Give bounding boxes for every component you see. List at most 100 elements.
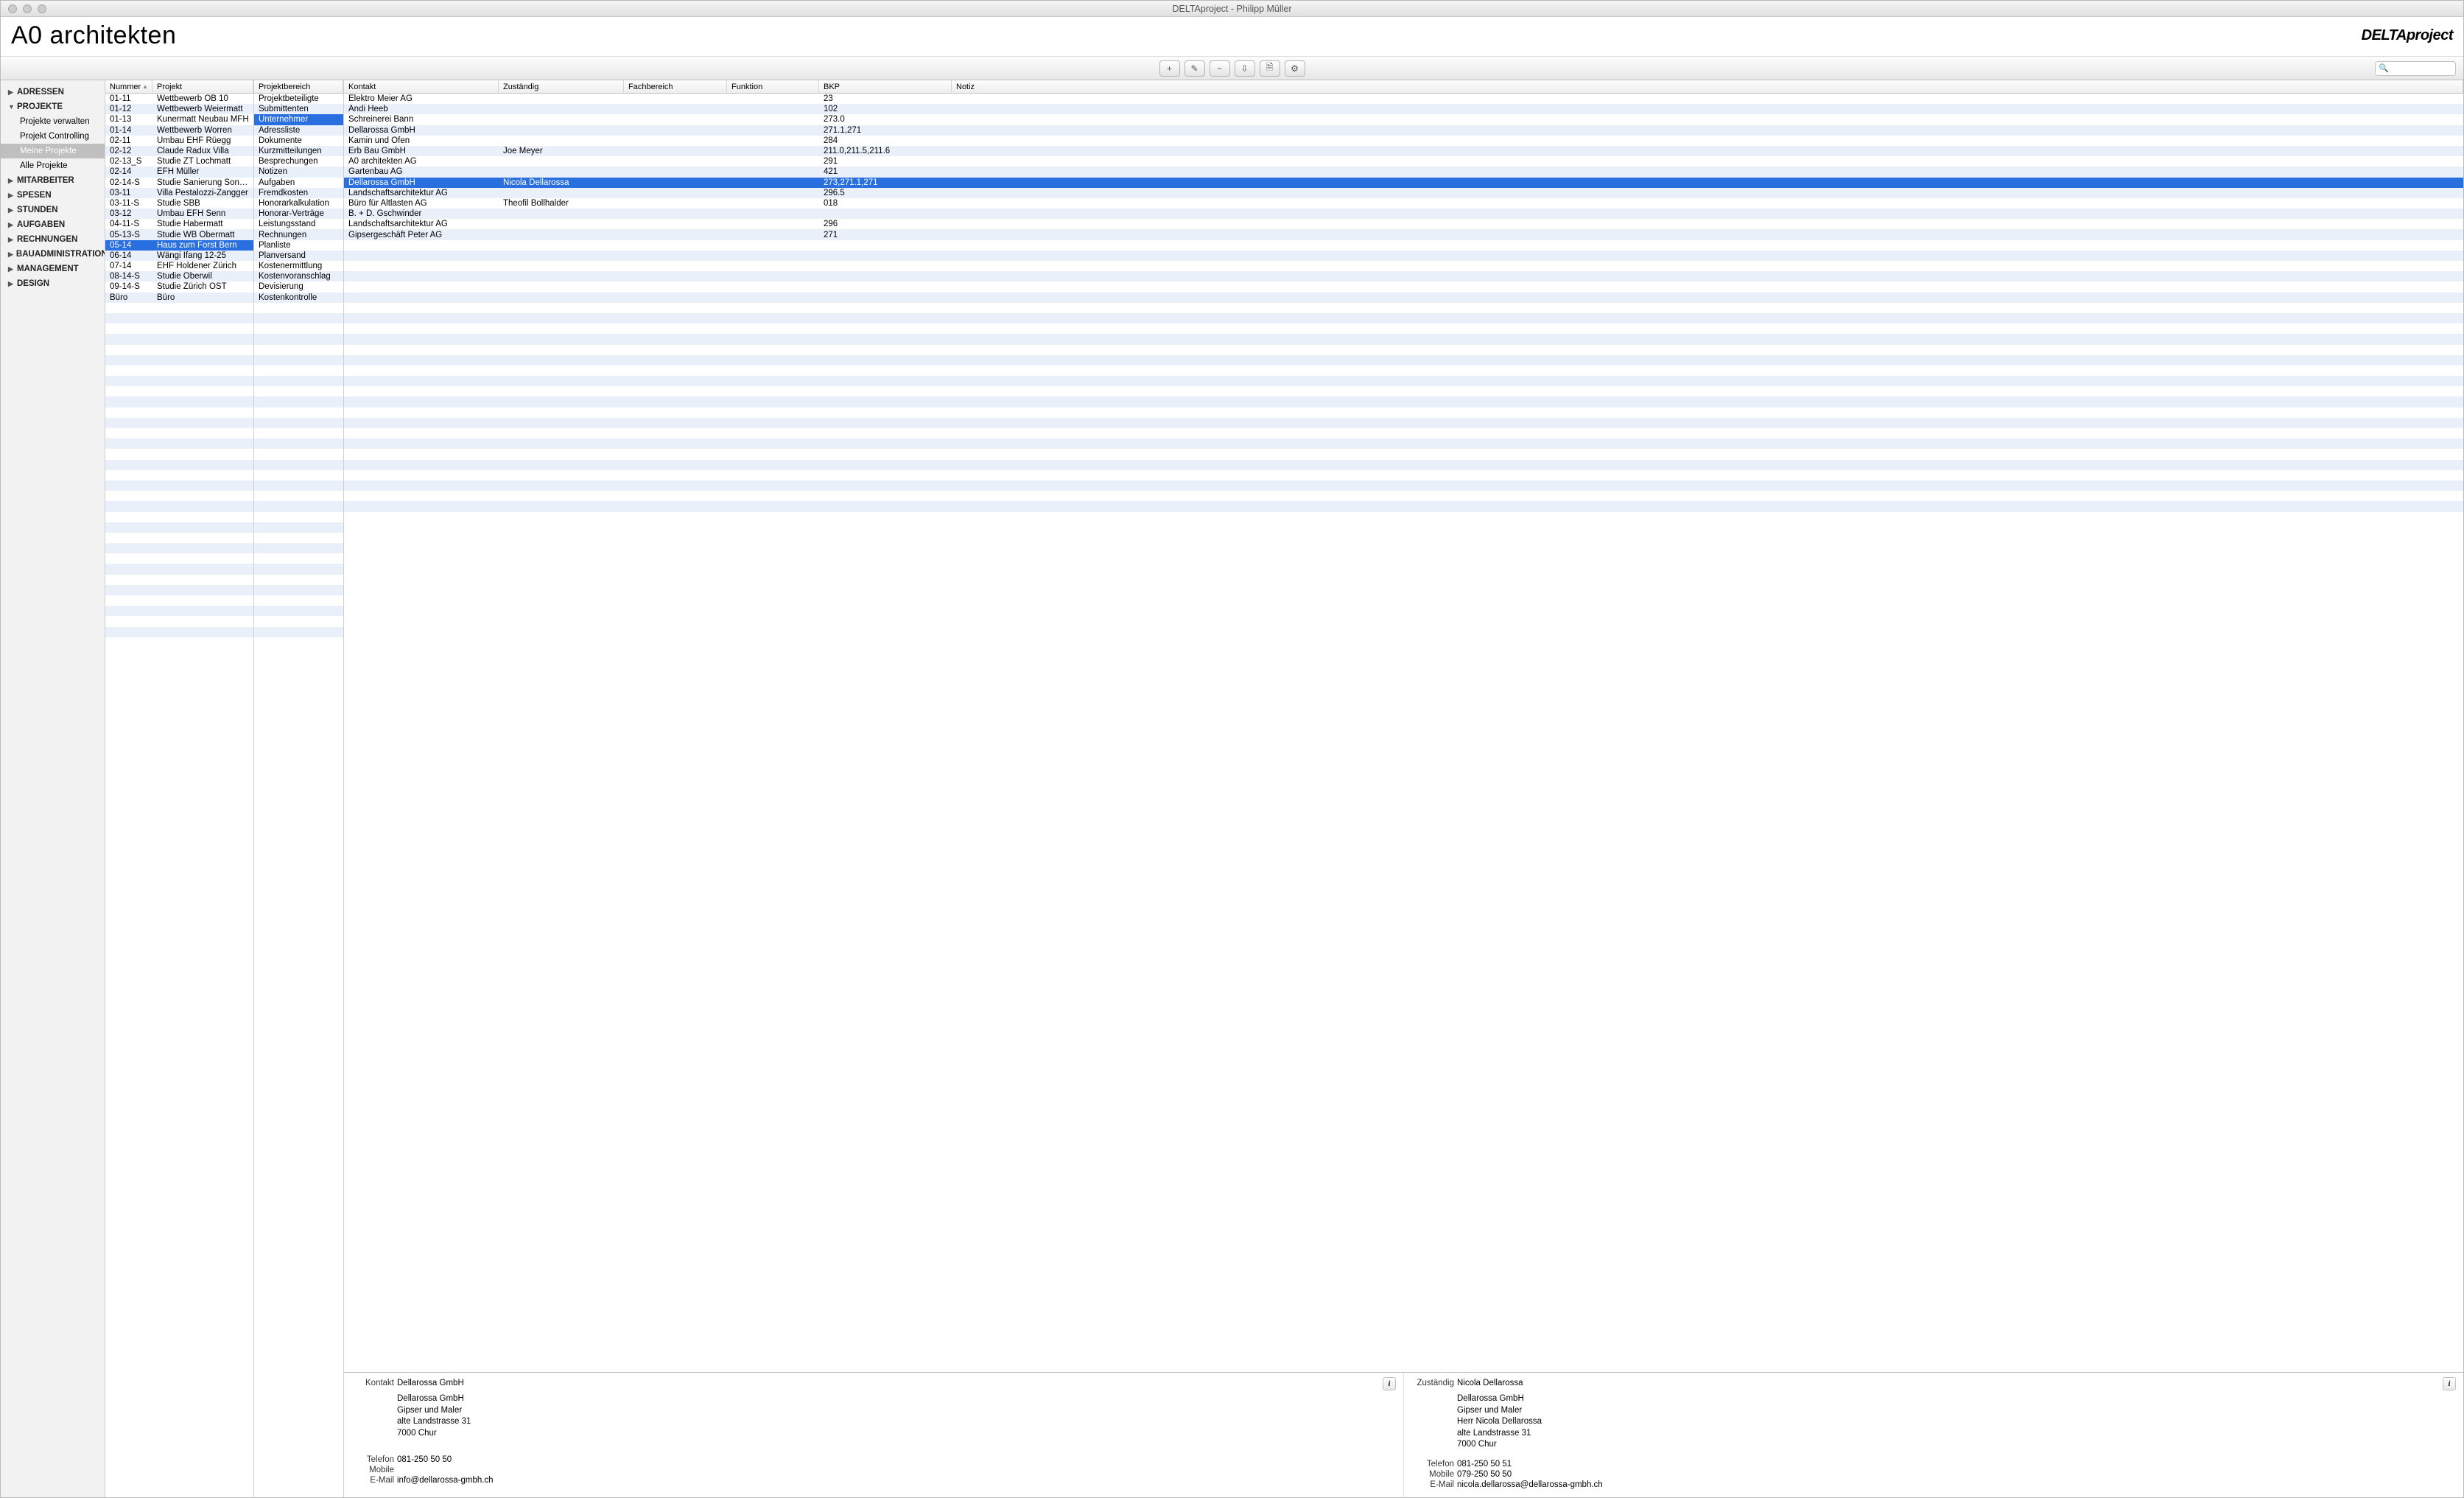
table-row[interactable]: Honorar-Verträge: [254, 209, 343, 219]
nav-section-aufgaben[interactable]: ▶AUFGABEN: [1, 217, 105, 232]
table-row[interactable]: Kostenkontrolle: [254, 293, 343, 303]
contacts-header-bkp[interactable]: BKP: [819, 80, 952, 93]
table-row[interactable]: 01-11Wettbewerb OB 10: [105, 94, 253, 104]
contacts-header-kontakt[interactable]: Kontakt: [344, 80, 499, 93]
table-row[interactable]: 04-11-SStudie Habermatt: [105, 219, 253, 229]
projektbereich-header[interactable]: Projektbereich: [254, 80, 343, 93]
table-row[interactable]: Gipsergeschäft Peter AG271: [344, 229, 2463, 239]
table-row[interactable]: 02-13_SStudie ZT Lochmatt: [105, 156, 253, 167]
table-row-empty: [105, 575, 253, 585]
settings-button[interactable]: ⚙: [1285, 60, 1305, 77]
minimize-window-button[interactable]: [23, 4, 32, 13]
info-button-zustaendig[interactable]: i: [2443, 1377, 2456, 1390]
table-row-empty: [344, 251, 2463, 261]
contacts-header-fachbereich[interactable]: Fachbereich: [624, 80, 727, 93]
nav-section-bauadministration[interactable]: ▶BAUADMINISTRATION: [1, 247, 105, 262]
info-button-kontakt[interactable]: i: [1383, 1377, 1396, 1390]
table-row[interactable]: Planliste: [254, 240, 343, 251]
table-row-empty: [105, 606, 253, 616]
project-name: Umbau EHF Rüegg: [152, 136, 253, 145]
add-button[interactable]: +: [1159, 60, 1180, 77]
table-row[interactable]: 02-14EFH Müller: [105, 167, 253, 177]
nav-section-management[interactable]: ▶MANAGEMENT: [1, 262, 105, 276]
table-row[interactable]: Gartenbau AG421: [344, 167, 2463, 177]
nav-section-spesen[interactable]: ▶SPESEN: [1, 188, 105, 203]
projektbereich-item: Fremdkosten: [254, 189, 343, 197]
table-row[interactable]: Honorarkalkulation: [254, 198, 343, 209]
table-row[interactable]: Notizen: [254, 167, 343, 177]
project-name: Kunermatt Neubau MFH: [152, 115, 253, 124]
table-row[interactable]: Adressliste: [254, 125, 343, 136]
document-button[interactable]: 🗎: [1260, 60, 1280, 77]
table-row[interactable]: 02-12Claude Radux Villa: [105, 146, 253, 156]
nav-item-projekte-verwalten[interactable]: Projekte verwalten: [1, 114, 105, 129]
table-row[interactable]: 01-12Wettbewerb Weiermatt: [105, 104, 253, 114]
projektbereich-item: Kostenermittlung: [254, 262, 343, 270]
table-row[interactable]: 03-12Umbau EFH Senn: [105, 209, 253, 219]
table-row[interactable]: Kostenermittlung: [254, 261, 343, 271]
table-row[interactable]: Unternehmer: [254, 114, 343, 125]
table-row[interactable]: Erb Bau GmbHJoe Meyer211.0,211.5,211.6: [344, 146, 2463, 156]
table-row[interactable]: 03-11Villa Pestalozzi-Zangger: [105, 188, 253, 198]
table-row[interactable]: Besprechungen: [254, 156, 343, 167]
table-row[interactable]: Submittenten: [254, 104, 343, 114]
table-row[interactable]: 06-14Wängi Ifang 12-25: [105, 251, 253, 261]
nav-item-alle-projekte[interactable]: Alle Projekte: [1, 158, 105, 173]
table-row[interactable]: Kostenvoranschlag: [254, 271, 343, 281]
nav-section-rechnungen[interactable]: ▶RECHNUNGEN: [1, 232, 105, 247]
table-row[interactable]: 07-14EHF Holdener Zürich: [105, 261, 253, 271]
table-row[interactable]: 01-13Kunermatt Neubau MFH: [105, 114, 253, 125]
nav-section-projekte[interactable]: ▼PROJEKTE: [1, 99, 105, 114]
projects-header-nummer[interactable]: Nummer ▲: [105, 80, 152, 93]
projects-header-projekt[interactable]: Projekt: [152, 80, 253, 93]
table-row[interactable]: Kurzmitteilungen: [254, 146, 343, 156]
table-row[interactable]: Dellarossa GmbHNicola Dellarossa273,271.…: [344, 178, 2463, 188]
close-window-button[interactable]: [8, 4, 17, 13]
contact-cell: Kamin und Ofen: [344, 136, 499, 145]
contacts-header-zuständig[interactable]: Zuständig: [499, 80, 624, 93]
table-row[interactable]: Leistungsstand: [254, 219, 343, 229]
table-row[interactable]: 01-14Wettbewerb Worren: [105, 125, 253, 136]
table-row[interactable]: 02-11Umbau EHF Rüegg: [105, 136, 253, 146]
table-row[interactable]: Landschaftsarchitektur AG296.5: [344, 188, 2463, 198]
nav-section-mitarbeiter[interactable]: ▶MITARBEITER: [1, 173, 105, 188]
detail-kontakt-label: Kontakt: [353, 1379, 394, 1387]
table-row[interactable]: Planversand: [254, 251, 343, 261]
table-row[interactable]: Landschaftsarchitektur AG296: [344, 219, 2463, 229]
contact-cell: Elektro Meier AG: [344, 94, 499, 103]
table-row[interactable]: Rechnungen: [254, 229, 343, 239]
table-row[interactable]: Projektbeteiligte: [254, 94, 343, 104]
table-row[interactable]: Dokumente: [254, 136, 343, 146]
nav-section-adressen[interactable]: ▶ADRESSEN: [1, 85, 105, 99]
contacts-header-funktion[interactable]: Funktion: [727, 80, 819, 93]
zoom-window-button[interactable]: [38, 4, 46, 13]
table-row[interactable]: Kamin und Ofen284: [344, 136, 2463, 146]
table-row[interactable]: Elektro Meier AG23: [344, 94, 2463, 104]
table-row[interactable]: 09-14-SStudie Zürich OST: [105, 281, 253, 292]
table-row[interactable]: 03-11-SStudie SBB: [105, 198, 253, 209]
table-row[interactable]: Dellarossa GmbH271.1,271: [344, 125, 2463, 136]
table-row[interactable]: Schreinerei Bann273.0: [344, 114, 2463, 125]
table-row[interactable]: 08-14-SStudie Oberwil: [105, 271, 253, 281]
download-button[interactable]: ⇩: [1235, 60, 1255, 77]
table-row[interactable]: BüroBüro: [105, 293, 253, 303]
table-row[interactable]: B. + D. Gschwinder: [344, 209, 2463, 219]
nav-section-stunden[interactable]: ▶STUNDEN: [1, 203, 105, 217]
nav-item-projekt-controlling[interactable]: Projekt Controlling: [1, 129, 105, 144]
table-row[interactable]: Andi Heeb102: [344, 104, 2463, 114]
table-row[interactable]: Fremdkosten: [254, 188, 343, 198]
detail-field-label: E-Mail: [353, 1476, 394, 1485]
edit-button[interactable]: ✎: [1184, 60, 1205, 77]
table-row[interactable]: 05-14Haus zum Forst Bern: [105, 240, 253, 251]
table-row[interactable]: A0 architekten AG291: [344, 156, 2463, 167]
nav-section-design[interactable]: ▶DESIGN: [1, 276, 105, 291]
contacts-header-notiz[interactable]: Notiz: [952, 80, 2463, 93]
remove-button[interactable]: −: [1210, 60, 1230, 77]
table-row[interactable]: Büro für Altlasten AGTheofil Bollhalder0…: [344, 198, 2463, 209]
table-row-empty: [344, 470, 2463, 480]
table-row[interactable]: 05-13-SStudie WB Obermatt: [105, 229, 253, 239]
nav-item-meine-projekte[interactable]: Meine Projekte: [1, 144, 105, 158]
table-row[interactable]: Devisierung: [254, 281, 343, 292]
table-row[interactable]: 02-14-SStudie Sanierung Sonne...: [105, 178, 253, 188]
table-row[interactable]: Aufgaben: [254, 178, 343, 188]
